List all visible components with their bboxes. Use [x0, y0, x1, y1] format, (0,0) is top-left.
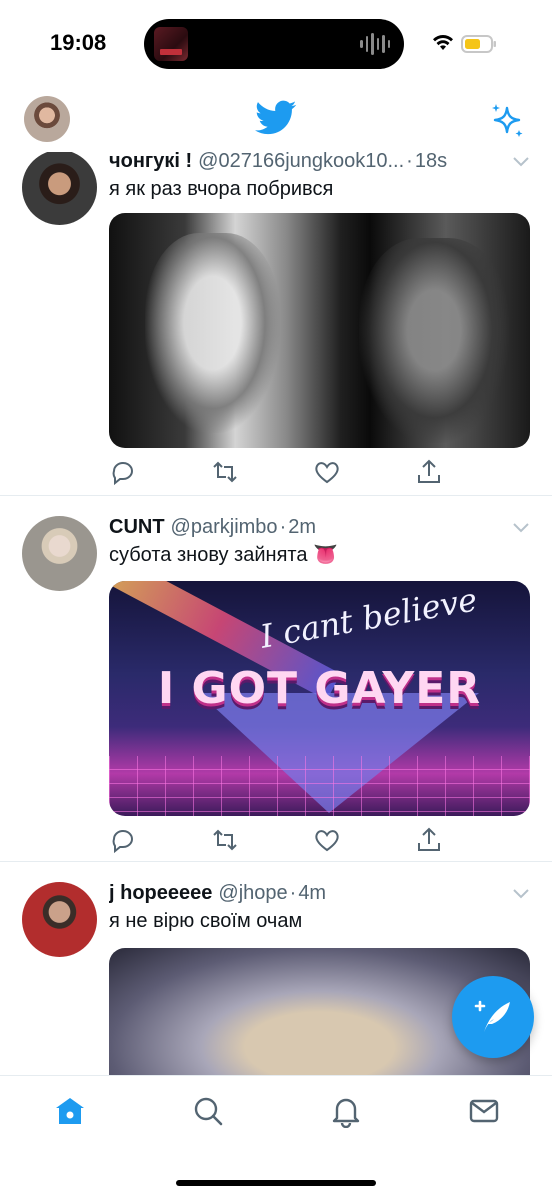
- like-icon[interactable]: [313, 458, 341, 486]
- share-icon[interactable]: [415, 826, 443, 854]
- retweet-icon[interactable]: [211, 826, 239, 854]
- tweet-avatar[interactable]: [22, 516, 97, 591]
- home-indicator: [176, 1180, 376, 1186]
- top-navigation: [0, 90, 552, 152]
- retweet-icon[interactable]: [211, 458, 239, 486]
- now-playing-artwork: [154, 27, 188, 61]
- status-bar: 19:08: [0, 0, 552, 90]
- battery-icon: [461, 35, 496, 53]
- tweet-avatar[interactable]: [22, 882, 97, 957]
- tweet-header: j hopeeeee @jhope · 4m: [109, 880, 519, 906]
- handle[interactable]: @jhope: [218, 882, 287, 904]
- chevron-down-icon[interactable]: [512, 156, 530, 168]
- handle[interactable]: @027166jungkook10...: [198, 152, 404, 172]
- display-name[interactable]: CUNT: [109, 516, 165, 538]
- media-figure-left: [145, 233, 280, 433]
- status-time: 19:08: [50, 30, 107, 55]
- tweet-header: чонгукі ! @027166jungkook10... · 18s: [109, 152, 519, 174]
- like-icon[interactable]: [313, 826, 341, 854]
- tweet-text: субота знову зайнята 👅: [109, 544, 338, 566]
- search-icon[interactable]: [191, 1094, 225, 1128]
- notifications-icon[interactable]: [329, 1094, 363, 1129]
- wifi-icon: [433, 34, 453, 50]
- home-icon[interactable]: [53, 1094, 87, 1128]
- profile-avatar[interactable]: [24, 96, 70, 142]
- tweet-text: я не вірю своїм очам: [109, 910, 303, 932]
- compose-button[interactable]: [452, 976, 534, 1058]
- tweet[interactable]: чонгукі ! @027166jungkook10... · 18s я як р…: [0, 152, 552, 496]
- sparkle-icon[interactable]: [487, 100, 527, 140]
- tweet-actions: [109, 458, 440, 488]
- tweet-header: CUNT @parkjimbo · 2m: [109, 514, 519, 540]
- home-timeline[interactable]: чонгукі ! @027166jungkook10... · 18s я як р…: [0, 152, 552, 1075]
- tweet-age: 18s: [414, 152, 448, 172]
- separator-dot: ·: [279, 516, 287, 538]
- audio-waveform-icon: [360, 33, 390, 55]
- tweet-actions: [109, 826, 440, 856]
- messages-icon[interactable]: [467, 1094, 501, 1128]
- tweet-avatar[interactable]: [22, 152, 97, 225]
- gif-caption-main: I GOT GAYER: [157, 663, 482, 714]
- tweet-age: 2m: [288, 516, 317, 538]
- tweet-text: я як раз вчора побрився: [109, 178, 334, 200]
- display-name[interactable]: чонгукі !: [109, 152, 192, 172]
- dynamic-island[interactable]: [144, 19, 404, 69]
- tweet-media-image[interactable]: [109, 213, 530, 448]
- gif-caption-top: I cant believe: [257, 581, 480, 656]
- share-icon[interactable]: [415, 458, 443, 486]
- media-figure-right: [359, 238, 509, 443]
- twitter-bird-icon[interactable]: [255, 100, 297, 136]
- separator-dot: ·: [406, 152, 413, 172]
- tweet-media-gif[interactable]: I cant believe I GOT GAYER: [109, 581, 530, 816]
- reply-icon[interactable]: [109, 826, 137, 854]
- compose-feather-icon: [474, 1000, 510, 1032]
- reply-icon[interactable]: [109, 458, 137, 486]
- tweet-age: 4m: [298, 882, 327, 904]
- tweet[interactable]: CUNT @parkjimbo · 2m субота знову зайнята 👅…: [0, 496, 552, 862]
- display-name[interactable]: j hopeeeee: [109, 882, 212, 904]
- separator-dot: ·: [289, 882, 297, 904]
- handle[interactable]: @parkjimbo: [171, 516, 278, 538]
- media-grid-floor: [109, 756, 530, 816]
- chevron-down-icon[interactable]: [512, 522, 530, 534]
- chevron-down-icon[interactable]: [512, 888, 530, 900]
